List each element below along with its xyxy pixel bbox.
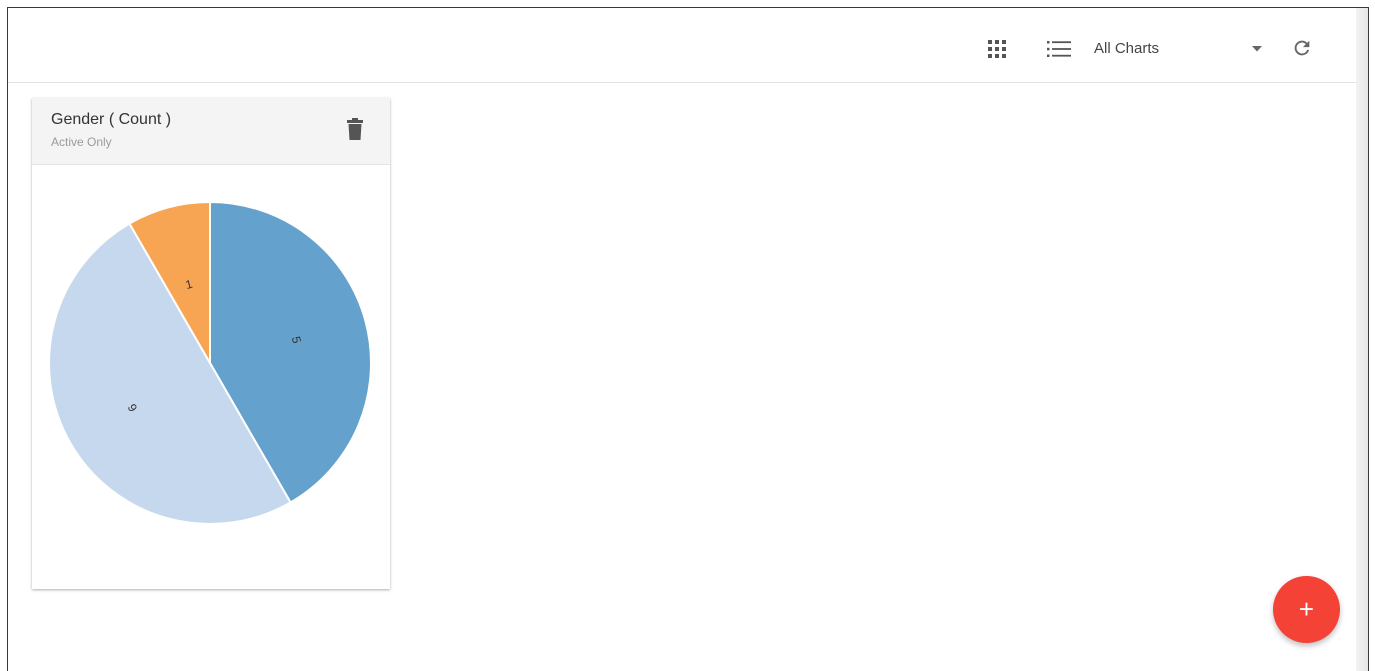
card-header: Gender ( Count ) Active Only xyxy=(32,98,390,165)
card-title: Gender ( Count ) xyxy=(51,111,172,128)
caret-down-icon[interactable] xyxy=(1252,46,1262,52)
toolbar: All Charts xyxy=(8,8,1356,83)
list-view-icon[interactable] xyxy=(1047,40,1071,58)
card-subtitle: Active Only xyxy=(51,135,112,149)
chart-filter-select[interactable]: All Charts xyxy=(1094,40,1159,57)
pie-chart: 561 xyxy=(48,200,372,525)
grid-view-icon[interactable] xyxy=(988,40,1006,58)
scrollbar-track[interactable] xyxy=(1356,8,1368,671)
trash-icon[interactable] xyxy=(347,118,363,140)
add-chart-button[interactable]: + xyxy=(1273,576,1340,643)
chart-card: Gender ( Count ) Active Only 561 xyxy=(32,98,390,589)
refresh-icon[interactable] xyxy=(1291,37,1313,59)
